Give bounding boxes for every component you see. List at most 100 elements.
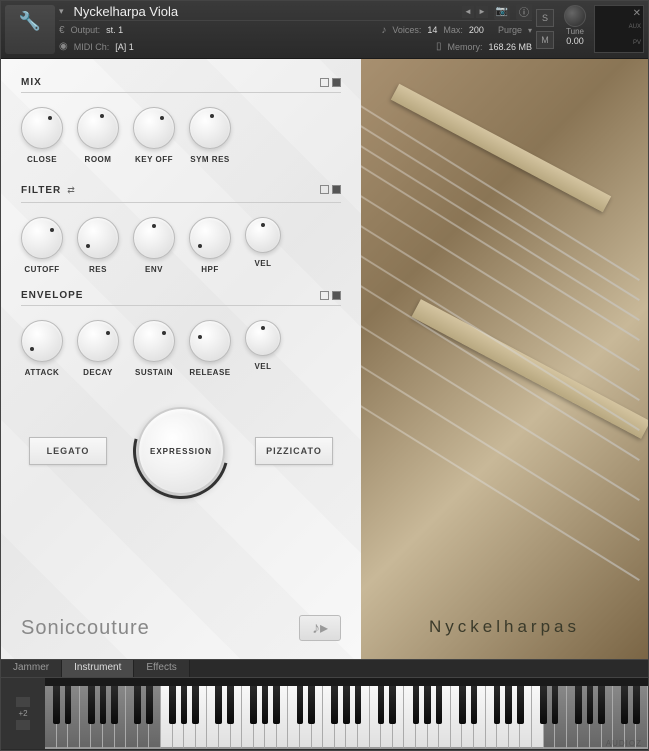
tune-value: 0.00	[566, 36, 584, 46]
expression-knob[interactable]: EXPRESSION	[137, 407, 225, 495]
output-meters: ✕ AUX PV	[594, 5, 644, 53]
black-key[interactable]	[53, 686, 60, 724]
black-key[interactable]	[250, 686, 257, 724]
black-key[interactable]	[378, 686, 385, 724]
room-knob[interactable]	[77, 107, 119, 149]
play-button[interactable]: ♪▸	[299, 615, 341, 641]
purge-label[interactable]: Purge	[498, 25, 522, 35]
res-knob[interactable]	[77, 217, 119, 259]
black-key[interactable]	[273, 686, 280, 724]
black-key[interactable]	[227, 686, 234, 724]
midi-label: MIDI Ch:	[74, 42, 110, 52]
octave-down-button[interactable]	[16, 720, 30, 730]
black-key[interactable]	[575, 686, 582, 724]
black-key[interactable]	[146, 686, 153, 724]
cutoff-knob[interactable]	[21, 217, 63, 259]
black-key[interactable]	[331, 686, 338, 724]
mute-button[interactable]: M	[536, 31, 554, 49]
black-key[interactable]	[413, 686, 420, 724]
black-key[interactable]	[621, 686, 628, 724]
black-key[interactable]	[598, 686, 605, 724]
symres-knob[interactable]	[189, 107, 231, 149]
kontakt-instrument-window: 🔧 ▾ Nyckelharpa Viola ◄ ► 📷 ⓘ € Output: …	[0, 0, 649, 751]
black-key[interactable]	[424, 686, 431, 724]
env-vel-knob[interactable]	[245, 320, 281, 356]
snapshot-icon[interactable]: 📷	[494, 4, 510, 20]
expand-icon[interactable]: ▾	[59, 6, 64, 17]
brand-logo: Soniccouture	[21, 617, 150, 640]
black-key[interactable]	[169, 686, 176, 724]
black-key[interactable]	[181, 686, 188, 724]
black-key[interactable]	[552, 686, 559, 724]
voices-label: Voices:	[392, 25, 421, 35]
aux-label: AUX	[629, 24, 641, 30]
articulation-row: LEGATO EXPRESSION PIZZICATO	[21, 407, 341, 495]
keyoff-knob[interactable]	[133, 107, 175, 149]
black-key[interactable]	[65, 686, 72, 724]
next-preset-button[interactable]: ►	[476, 6, 488, 18]
voices-max[interactable]: 200	[469, 25, 484, 35]
mix-toggle-a[interactable]	[320, 78, 329, 87]
black-key[interactable]	[111, 686, 118, 724]
black-key[interactable]	[88, 686, 95, 724]
black-key[interactable]	[215, 686, 222, 724]
instrument-image-panel: Nyckelharpas	[361, 59, 648, 659]
black-key[interactable]	[389, 686, 396, 724]
black-key[interactable]	[262, 686, 269, 724]
env-toggle-b[interactable]	[332, 291, 341, 300]
black-key[interactable]	[308, 686, 315, 724]
legato-button[interactable]: LEGATO	[29, 437, 107, 465]
midi-value[interactable]: [A] 1	[115, 42, 430, 52]
attack-knob[interactable]	[21, 320, 63, 362]
env-toggle-a[interactable]	[320, 291, 329, 300]
black-key[interactable]	[134, 686, 141, 724]
solo-button[interactable]: S	[536, 9, 554, 27]
info-icon[interactable]: ⓘ	[516, 4, 532, 20]
black-key[interactable]	[192, 686, 199, 724]
env-vel-label: VEL	[254, 362, 271, 371]
filter-vel-knob[interactable]	[245, 217, 281, 253]
prev-preset-button[interactable]: ◄	[462, 6, 474, 18]
black-key[interactable]	[436, 686, 443, 724]
sustain-label: SUSTAIN	[135, 368, 173, 377]
filter-vel-label: VEL	[254, 259, 271, 268]
virtual-keyboard[interactable]	[45, 678, 648, 749]
black-key[interactable]	[459, 686, 466, 724]
hpf-knob[interactable]	[189, 217, 231, 259]
output-label: Output:	[71, 25, 101, 35]
instrument-name: Nyckelharpa Viola	[70, 4, 456, 19]
mix-title: MIX	[21, 77, 42, 88]
tab-effects[interactable]: Effects	[134, 660, 189, 677]
pizzicato-button[interactable]: PIZZICATO	[255, 437, 333, 465]
output-value[interactable]: st. 1	[106, 25, 375, 35]
envelope-title: ENVELOPE	[21, 290, 83, 301]
black-key[interactable]	[633, 686, 640, 724]
sustain-knob[interactable]	[133, 320, 175, 362]
black-key[interactable]	[100, 686, 107, 724]
black-key[interactable]	[297, 686, 304, 724]
octave-value: +2	[18, 709, 27, 718]
octave-up-button[interactable]	[16, 697, 30, 707]
mix-toggle-b[interactable]	[332, 78, 341, 87]
filter-toggle-a[interactable]	[320, 185, 329, 194]
tab-jammer[interactable]: Jammer	[1, 660, 62, 677]
black-key[interactable]	[505, 686, 512, 724]
tune-knob[interactable]	[564, 5, 586, 27]
black-key[interactable]	[517, 686, 524, 724]
black-key[interactable]	[540, 686, 547, 724]
symres-label: SYM RES	[190, 155, 230, 164]
close-knob[interactable]	[21, 107, 63, 149]
release-knob[interactable]	[189, 320, 231, 362]
black-key[interactable]	[343, 686, 350, 724]
black-key[interactable]	[355, 686, 362, 724]
black-key[interactable]	[494, 686, 501, 724]
black-key[interactable]	[471, 686, 478, 724]
black-key[interactable]	[587, 686, 594, 724]
tab-instrument[interactable]: Instrument	[62, 660, 134, 677]
wrench-icon-button[interactable]: 🔧	[5, 5, 55, 54]
env-knob[interactable]	[133, 217, 175, 259]
filter-toggle-b[interactable]	[332, 185, 341, 194]
close-icon[interactable]: ✕	[633, 8, 641, 19]
decay-knob[interactable]	[77, 320, 119, 362]
filter-type-icon[interactable]: ⇄	[67, 185, 75, 196]
